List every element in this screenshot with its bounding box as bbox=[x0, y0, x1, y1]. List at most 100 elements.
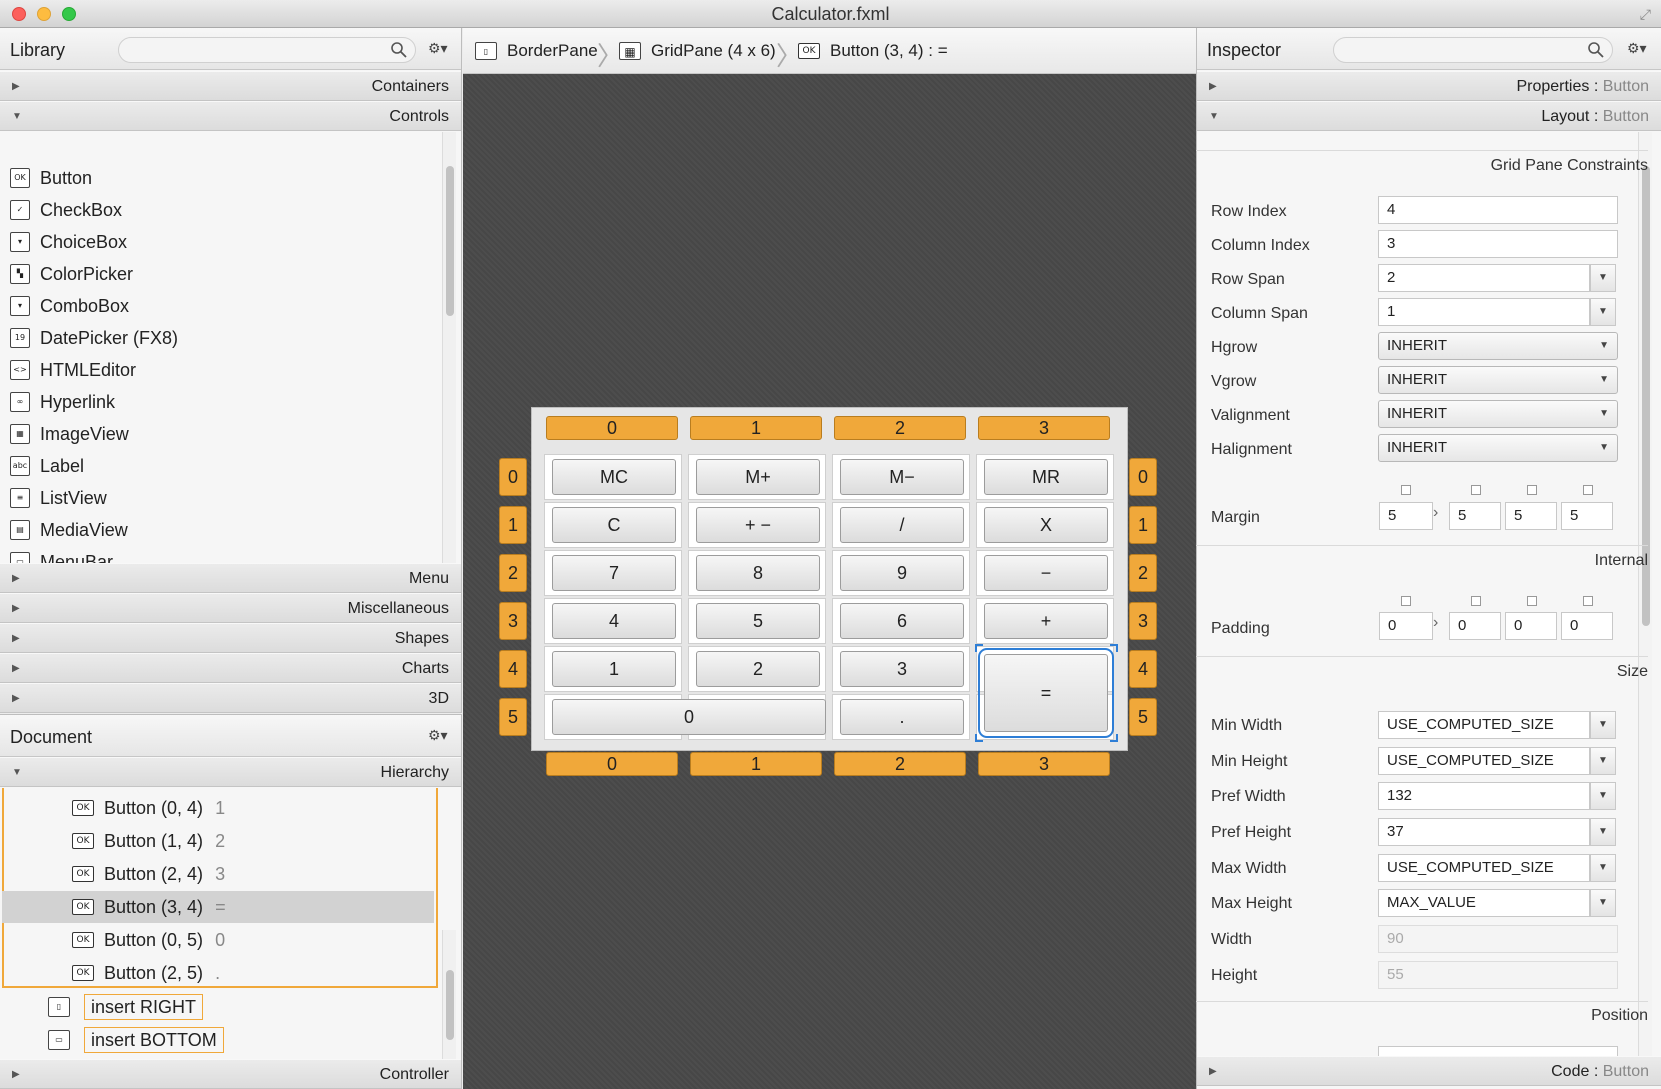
row-header-right[interactable]: 0 bbox=[1129, 458, 1157, 496]
calc-button[interactable]: C bbox=[552, 507, 676, 543]
insert-bottom-row[interactable]: ▭ insert BOTTOM bbox=[48, 1024, 428, 1056]
link-checkbox[interactable] bbox=[1527, 485, 1537, 495]
breadcrumb-borderpane[interactable]: ▯ BorderPane bbox=[475, 28, 598, 74]
row-header-left[interactable]: 0 bbox=[499, 458, 527, 496]
breadcrumb-button[interactable]: OK Button (3, 4) : = bbox=[798, 28, 948, 74]
calc-button[interactable]: 6 bbox=[840, 603, 964, 639]
link-checkbox[interactable] bbox=[1471, 485, 1481, 495]
row-header-right[interactable]: 3 bbox=[1129, 602, 1157, 640]
calc-button[interactable]: 9 bbox=[840, 555, 964, 591]
column-header-bottom[interactable]: 0 bbox=[546, 752, 678, 776]
field-max-height-input[interactable]: MAX_VALUE bbox=[1378, 889, 1590, 917]
field-column-index-input[interactable]: 3 bbox=[1378, 230, 1618, 258]
calc-button[interactable]: 1 bbox=[552, 651, 676, 687]
dropdown-arrow-icon[interactable]: ▼ bbox=[1590, 889, 1616, 917]
insert-right-row[interactable]: ▯ insert RIGHT bbox=[48, 991, 428, 1023]
field-min-width-input[interactable]: USE_COMPUTED_SIZE bbox=[1378, 711, 1590, 739]
calc-button-equals-selected[interactable]: = bbox=[978, 648, 1114, 738]
row-header-right[interactable]: 5 bbox=[1129, 698, 1157, 736]
dropdown-arrow-icon[interactable]: ▼ bbox=[1590, 747, 1616, 775]
library-item[interactable]: ▾ ComboBox bbox=[10, 291, 129, 321]
calc-button[interactable]: 4 bbox=[552, 603, 676, 639]
margin-input[interactable]: 5 bbox=[1449, 502, 1501, 530]
calc-button[interactable]: MC bbox=[552, 459, 676, 495]
calc-button[interactable]: 8 bbox=[696, 555, 820, 591]
selection-handle[interactable] bbox=[975, 644, 983, 652]
dropdown-arrow-icon[interactable]: ▼ bbox=[1590, 818, 1616, 846]
calc-button[interactable]: M+ bbox=[696, 459, 820, 495]
calc-button[interactable]: / bbox=[840, 507, 964, 543]
inspector-settings-gear-icon[interactable]: ⚙▾ bbox=[1627, 40, 1647, 57]
calc-button[interactable]: + bbox=[984, 603, 1108, 639]
calc-button-zero[interactable]: 0 bbox=[552, 699, 826, 735]
calc-button[interactable]: 5 bbox=[696, 603, 820, 639]
library-item[interactable]: ∞ Hyperlink bbox=[10, 387, 115, 417]
link-checkbox[interactable] bbox=[1401, 485, 1411, 495]
position-input-partial[interactable] bbox=[1378, 1046, 1618, 1056]
padding-input[interactable]: 0 bbox=[1449, 612, 1501, 640]
row-header-right[interactable]: 4 bbox=[1129, 650, 1157, 688]
column-header-top[interactable]: 0 bbox=[546, 416, 678, 440]
calc-button[interactable]: + − bbox=[696, 507, 820, 543]
row-header-left[interactable]: 1 bbox=[499, 506, 527, 544]
library-item[interactable]: ▚ ColorPicker bbox=[10, 259, 133, 289]
row-header-right[interactable]: 1 bbox=[1129, 506, 1157, 544]
inspector-scrollbar[interactable] bbox=[1638, 132, 1652, 1057]
library-item[interactable]: ▦ ImageView bbox=[10, 419, 129, 449]
link-checkbox[interactable] bbox=[1401, 596, 1411, 606]
library-item[interactable]: <> HTMLEditor bbox=[10, 355, 136, 385]
breadcrumb-gridpane[interactable]: ▦ GridPane (4 x 6) bbox=[619, 28, 776, 74]
selection-handle[interactable] bbox=[975, 734, 983, 742]
close-window-button[interactable] bbox=[12, 7, 26, 21]
field-valignment-select[interactable]: INHERIT ▼ bbox=[1378, 400, 1618, 428]
field-pref-width-input[interactable]: 132 bbox=[1378, 782, 1590, 810]
row-header-left[interactable]: 4 bbox=[499, 650, 527, 688]
row-header-left[interactable]: 2 bbox=[499, 554, 527, 592]
calc-button[interactable]: MR bbox=[984, 459, 1108, 495]
scroll-thumb[interactable] bbox=[446, 970, 454, 1040]
field-vgrow-select[interactable]: INHERIT ▼ bbox=[1378, 366, 1618, 394]
column-header-top[interactable]: 2 bbox=[834, 416, 966, 440]
hierarchy-row[interactable]: OK Button (2, 4) 3 bbox=[2, 858, 434, 890]
dropdown-arrow-icon[interactable]: ▼ bbox=[1590, 854, 1616, 882]
library-search-input[interactable] bbox=[118, 37, 416, 63]
selection-handle[interactable] bbox=[1110, 734, 1118, 742]
section-menu[interactable]: ▶ Menu bbox=[0, 563, 461, 593]
field-row-span-input[interactable]: 2 bbox=[1378, 264, 1590, 292]
scroll-thumb[interactable] bbox=[446, 166, 454, 316]
hierarchy-row[interactable]: OK Button (0, 4) 1 bbox=[2, 792, 434, 824]
column-header-bottom[interactable]: 1 bbox=[690, 752, 822, 776]
section-3d[interactable]: ▶ 3D bbox=[0, 683, 461, 713]
padding-input[interactable]: 0 bbox=[1561, 612, 1613, 640]
padding-input[interactable]: 0 bbox=[1379, 612, 1433, 640]
link-checkbox[interactable] bbox=[1583, 485, 1593, 495]
section-properties[interactable]: ▶ Properties : Button bbox=[1197, 71, 1661, 101]
link-checkbox[interactable] bbox=[1583, 596, 1593, 606]
library-item[interactable]: 19 DatePicker (FX8) bbox=[10, 323, 178, 353]
field-pref-height-input[interactable]: 37 bbox=[1378, 818, 1590, 846]
field-column-span-input[interactable]: 1 bbox=[1378, 298, 1590, 326]
section-miscellaneous[interactable]: ▶ Miscellaneous bbox=[0, 593, 461, 623]
library-item[interactable]: ≡ ListView bbox=[10, 483, 107, 513]
link-checkbox[interactable] bbox=[1471, 596, 1481, 606]
margin-input[interactable]: 5 bbox=[1561, 502, 1613, 530]
padding-input[interactable]: 0 bbox=[1505, 612, 1557, 640]
column-header-top[interactable]: 1 bbox=[690, 416, 822, 440]
section-controls[interactable]: ▼ Controls bbox=[0, 101, 461, 131]
calc-button[interactable]: − bbox=[984, 555, 1108, 591]
hierarchy-row[interactable]: OK Button (1, 4) 2 bbox=[2, 825, 434, 857]
hierarchy-row[interactable]: OK Button (3, 4) = bbox=[2, 891, 434, 923]
section-code[interactable]: ▶ Code : Button bbox=[1197, 1056, 1661, 1086]
field-halignment-select[interactable]: INHERIT ▼ bbox=[1378, 434, 1618, 462]
row-header-left[interactable]: 5 bbox=[499, 698, 527, 736]
row-header-right[interactable]: 2 bbox=[1129, 554, 1157, 592]
section-shapes[interactable]: ▶ Shapes bbox=[0, 623, 461, 653]
field-hgrow-select[interactable]: INHERIT ▼ bbox=[1378, 332, 1618, 360]
field-min-height-input[interactable]: USE_COMPUTED_SIZE bbox=[1378, 747, 1590, 775]
calc-button[interactable]: 3 bbox=[840, 651, 964, 687]
link-checkbox[interactable] bbox=[1527, 596, 1537, 606]
dropdown-arrow-icon[interactable]: ▼ bbox=[1590, 264, 1616, 292]
calc-button[interactable]: X bbox=[984, 507, 1108, 543]
hierarchy-row[interactable]: OK Button (0, 5) 0 bbox=[2, 924, 434, 956]
section-containers[interactable]: ▶ Containers bbox=[0, 71, 461, 101]
